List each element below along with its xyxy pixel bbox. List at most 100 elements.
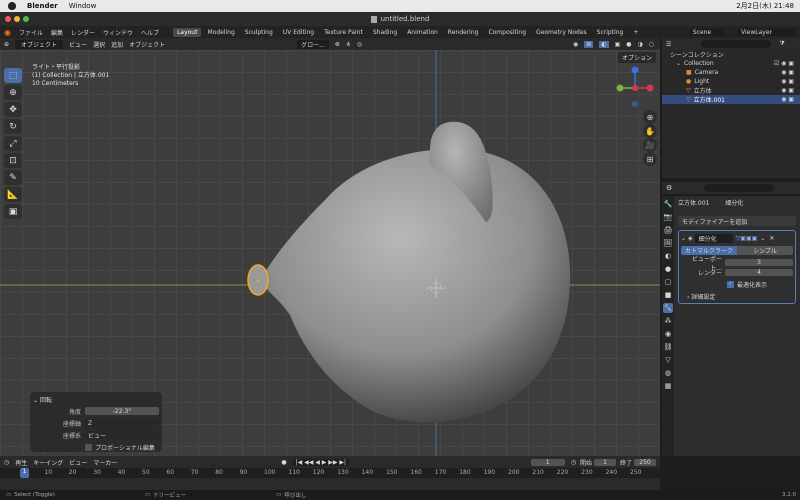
data-tab-icon[interactable]: ▽ [663, 355, 673, 365]
playhead[interactable]: 1 [20, 468, 29, 478]
outliner-type-icon[interactable]: ☰ [666, 41, 671, 48]
particles-tab-icon[interactable]: ⁂ [663, 316, 673, 326]
annotate-icon[interactable]: ✎ [4, 170, 22, 185]
world-tab-icon[interactable]: ● [663, 264, 673, 274]
shading-rendered-icon[interactable]: ○ [649, 41, 654, 48]
select-box-icon[interactable]: ⬚ [4, 68, 22, 83]
tab-uv-editing[interactable]: UV Editing [279, 28, 318, 37]
snap-icon[interactable]: ⋔ [346, 41, 351, 48]
record-button[interactable]: ● [281, 459, 286, 466]
add-workspace-button[interactable]: + [629, 28, 642, 37]
scene-collection-row[interactable]: シーンコレクション [662, 50, 800, 59]
tab-scripting[interactable]: Scripting [593, 28, 628, 37]
modifier-name-field[interactable]: 細分化 [694, 233, 733, 243]
menu-timeline-view[interactable]: ビュー [69, 458, 87, 467]
tab-modeling[interactable]: Modeling [203, 28, 238, 37]
gizmo-toggle-icon[interactable]: ⊞ [584, 40, 594, 48]
output-tab-icon[interactable]: 🖨 [663, 225, 673, 235]
menu-file[interactable]: ファイル [19, 28, 43, 37]
modifier-toggle-icons[interactable]: ▽▣▣▣ [736, 235, 758, 242]
current-frame-field[interactable]: 1 [530, 458, 565, 466]
tab-sculpting[interactable]: Sculpting [241, 28, 277, 37]
camera-view-icon[interactable]: 🎥 [643, 138, 657, 152]
tab-shading[interactable]: Shading [369, 28, 401, 37]
filter-icon[interactable]: ⧩ [779, 40, 784, 48]
shading-solid-icon[interactable]: ● [626, 41, 631, 48]
scene-selector[interactable]: Scene [688, 28, 726, 36]
menu-select[interactable]: 選択 [93, 40, 105, 49]
rotate-icon[interactable]: ↻ [4, 119, 22, 134]
outliner-item-cube[interactable]: ▽ 立方体 ◉ ▣ [662, 86, 800, 95]
viewlayer-selector[interactable]: ViewLayer [737, 28, 796, 36]
collection-row[interactable]: ⌄ Collection ☑ ◉ ▣ [662, 59, 800, 68]
modifier-remove-icon[interactable]: ✕ [769, 235, 774, 242]
transform-orientation[interactable]: グロー... [297, 39, 329, 49]
frame-ruler[interactable]: 0102030405060708090100110120130140150160… [0, 468, 660, 478]
app-menu[interactable]: Blender [27, 2, 58, 10]
pan-hand-icon[interactable]: ✋ [643, 124, 657, 138]
outliner-item-cube-001[interactable]: ▽ 立方体.001 ◉ ▣ [662, 95, 800, 104]
tab-geometry-nodes[interactable]: Geometry Nodes [532, 28, 591, 37]
xray-icon[interactable]: ▣ [615, 41, 621, 48]
cursor-icon[interactable]: ⊕ [4, 85, 22, 100]
navigation-gizmo[interactable] [612, 66, 658, 110]
menu-marker[interactable]: マーカー [93, 458, 117, 467]
tab-animation[interactable]: Animation [403, 28, 442, 37]
timeline-type-icon[interactable]: ◷ [4, 459, 9, 466]
render-levels-field[interactable]: 4 [725, 269, 793, 276]
menu-add[interactable]: 追加 [111, 40, 123, 49]
end-frame-field[interactable]: 250 [634, 458, 656, 466]
tab-rendering[interactable]: Rendering [444, 28, 483, 37]
menu-keying[interactable]: キーイング [33, 458, 63, 467]
transform-icon[interactable]: ⊡ [4, 153, 22, 168]
material-tab-icon[interactable]: ◍ [663, 368, 673, 378]
object-tab-icon[interactable]: ■ [663, 290, 673, 300]
expand-arrow-icon[interactable]: ⌄ [681, 235, 686, 242]
menu-playback[interactable]: 再生 [15, 458, 27, 467]
tab-layout[interactable]: Layout [173, 27, 202, 37]
texture-tab-icon[interactable]: ▦ [663, 381, 673, 391]
properties-search[interactable] [704, 184, 774, 192]
window-menu[interactable]: Window [69, 2, 97, 10]
menu-help[interactable]: ヘルプ [141, 28, 159, 37]
add-cube-icon[interactable]: ▣ [4, 204, 22, 219]
properties-type-icon[interactable]: ⚙ [666, 184, 672, 192]
proportional-checkbox[interactable] [85, 443, 92, 451]
shading-material-icon[interactable]: ◑ [638, 41, 643, 48]
outliner-search[interactable] [701, 40, 772, 48]
start-frame-field[interactable]: 1 [593, 458, 616, 466]
tab-texture-paint[interactable]: Texture Paint [320, 28, 367, 37]
menu-window[interactable]: ウィンドウ [103, 28, 133, 37]
outliner-item-camera[interactable]: ■ Camera ◉ ▣ [662, 68, 800, 77]
pivot-icon[interactable]: ⊗ [335, 41, 340, 48]
measure-icon[interactable]: 📐 [4, 187, 22, 202]
playback-controls[interactable]: |◀ ◀◀ ◀ ▶ ▶▶ ▶| [292, 458, 350, 466]
close-window-button[interactable] [5, 16, 11, 22]
clock-icon[interactable]: ◷ [571, 459, 576, 466]
operator-title[interactable]: ⌄ 回転 [33, 395, 159, 404]
view-layer-tab-icon[interactable]: 🖼 [663, 238, 673, 248]
editor-type-icon[interactable]: ⊕ [4, 41, 9, 48]
blender-logo-icon[interactable]: ◉ [4, 28, 11, 37]
menu-edit[interactable]: 編集 [51, 28, 63, 37]
ortho-grid-icon[interactable]: ⊞ [643, 152, 657, 166]
menu-render[interactable]: レンダー [71, 28, 95, 37]
outliner-item-light[interactable]: ● Light ◉ ▣ [662, 77, 800, 86]
overlay-toggle-icon[interactable]: ◐ [599, 40, 609, 48]
add-modifier-button[interactable]: モディファイアーを追加 [678, 216, 796, 226]
visibility-icon[interactable]: ◉ [573, 41, 578, 48]
tool-tab-icon[interactable]: 🔧 [663, 199, 673, 209]
viewport-options[interactable]: オプション [618, 52, 657, 63]
menu-view[interactable]: ビュー [69, 40, 87, 49]
constraints-tab-icon[interactable]: ⛓ [663, 342, 673, 352]
orientation-dropdown[interactable]: ビュー [85, 431, 159, 440]
menu-object[interactable]: オブジェクト [129, 40, 165, 49]
angle-field[interactable]: -22.3° [85, 407, 159, 415]
tab-compositing[interactable]: Compositing [484, 28, 530, 37]
proportional-icon[interactable]: ◎ [357, 41, 362, 48]
modifier-menu-icon[interactable]: ⌄ [760, 235, 765, 242]
viewport-levels-field[interactable]: 3 [725, 259, 793, 266]
axis-dropdown[interactable]: Z [85, 419, 159, 427]
move-icon[interactable]: ✥ [4, 102, 22, 117]
render-tab-icon[interactable]: 📷 [663, 212, 673, 222]
